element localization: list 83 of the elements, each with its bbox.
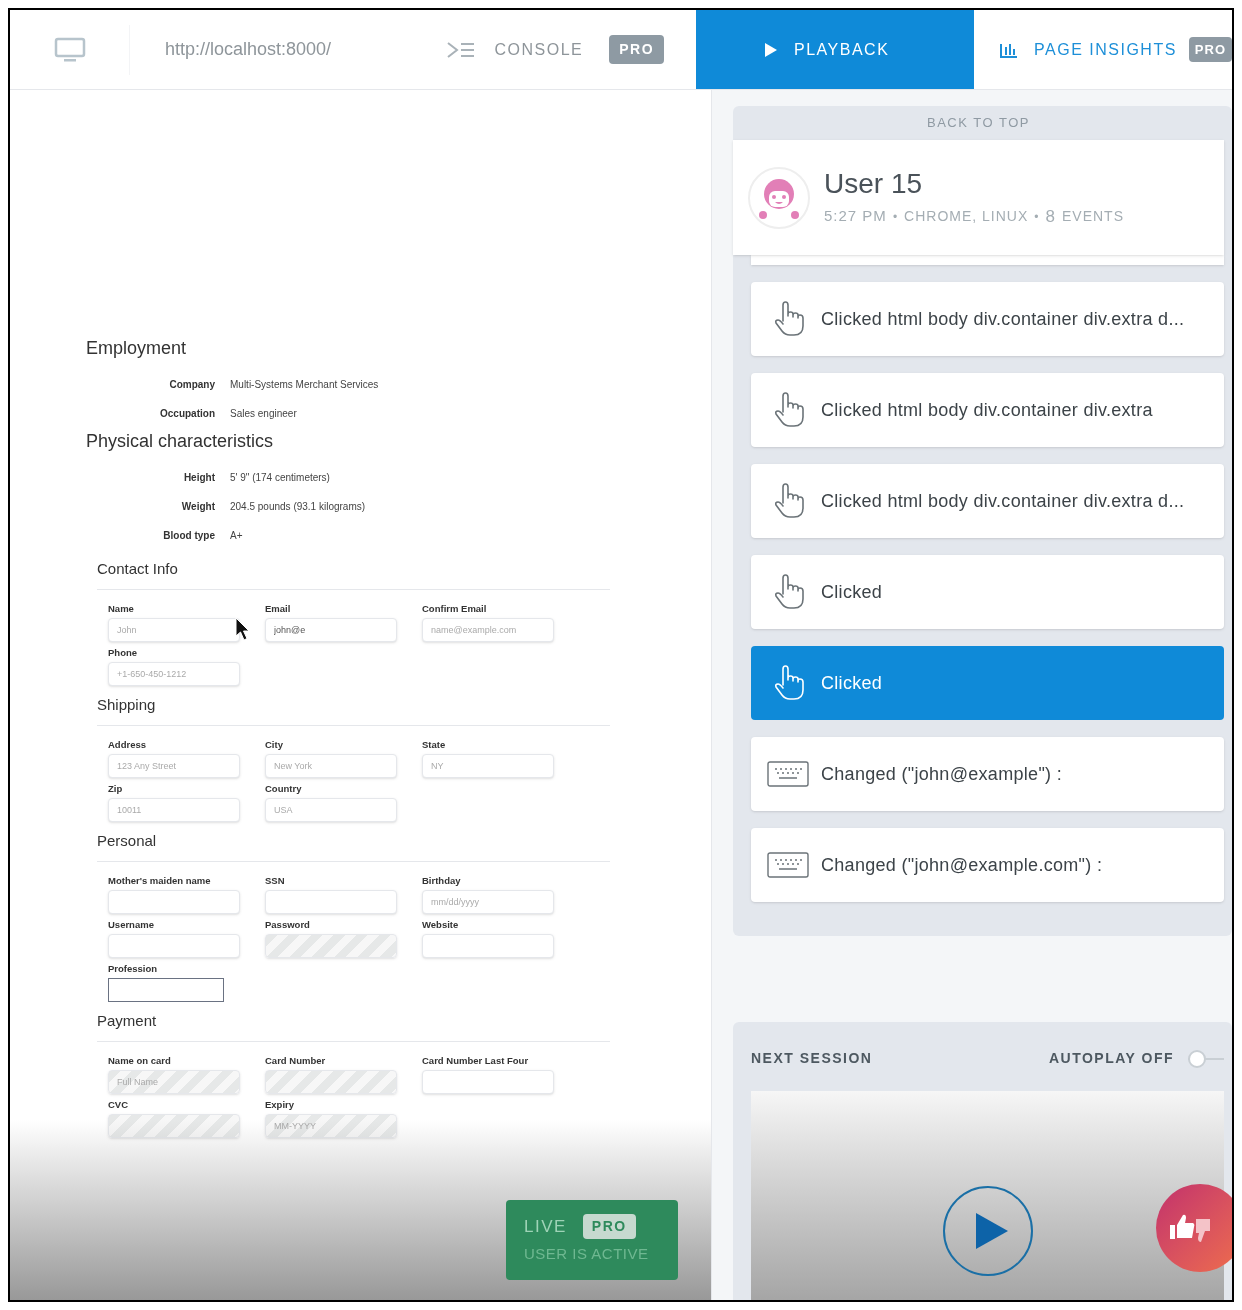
field-label: Address: [108, 737, 147, 752]
autoplay-toggle[interactable]: [1188, 1049, 1224, 1068]
live-label: LIVE: [524, 1216, 567, 1238]
pointing-hand-icon: [773, 665, 805, 701]
field-label: Confirm Email: [422, 601, 488, 616]
field-label: Website: [422, 917, 460, 932]
monitor-icon[interactable]: [53, 36, 86, 63]
field-label: Email: [265, 601, 292, 616]
field-label: City: [265, 737, 284, 752]
field-label: Country: [265, 781, 303, 796]
console-icon[interactable]: [446, 40, 477, 59]
avatar-icon: [748, 166, 810, 229]
input-field[interactable]: [108, 978, 224, 1003]
event-item[interactable]: Clicked: [751, 555, 1224, 629]
bar-chart-icon: [1000, 41, 1019, 58]
detail-label: Height: [182, 471, 215, 485]
page-url: http://localhost:8000/: [165, 38, 332, 61]
event-item[interactable]: Changed ("john@example.com") :: [751, 828, 1224, 902]
mouse-cursor-icon: [235, 617, 251, 641]
play-icon[interactable]: [941, 1185, 1034, 1277]
masked-input-field[interactable]: MM-YYYY: [265, 1114, 397, 1139]
keyboard-icon: [767, 761, 809, 787]
field-label: SSN: [265, 873, 286, 888]
detail-label: Weight: [180, 500, 215, 514]
field-label: Card Number Last Four: [422, 1053, 530, 1068]
event-item[interactable]: Clicked: [751, 646, 1224, 720]
keyboard-icon: [767, 852, 809, 878]
field-label: Password: [265, 917, 311, 932]
detail-label: Occupation: [159, 407, 215, 421]
separator-dot: •: [1034, 208, 1040, 226]
detail-value: 5' 9" (174 centimeters): [230, 471, 330, 485]
separator-dot: •: [892, 208, 899, 226]
detail-value: 204.5 pounds (93.1 kilograms): [230, 500, 366, 514]
pointing-hand-icon: [773, 301, 805, 337]
section-heading: Shipping: [97, 694, 610, 726]
next-session-title: NEXT SESSION: [751, 1049, 873, 1068]
pointing-hand-icon: [773, 483, 805, 519]
field-label: Name on card: [108, 1053, 172, 1068]
event-item[interactable]: [751, 255, 1224, 265]
field-label: Birthday: [422, 873, 462, 888]
autoplay-label: AUTOPLAY OFF: [1048, 1049, 1174, 1068]
field-label: Expiry: [265, 1098, 296, 1112]
field-label: State: [422, 737, 447, 752]
session-time: 5:27 PM: [824, 206, 887, 227]
event-count: 8: [1045, 205, 1056, 228]
pointing-hand-icon: [773, 574, 805, 610]
events-label: EVENTS: [1062, 207, 1124, 226]
tab[interactable]: PLAYBACK: [696, 10, 975, 89]
detail-label: Blood type: [162, 529, 215, 543]
field-label: CVC: [108, 1098, 130, 1112]
browser-info: CHROME, LINUX: [904, 207, 1029, 226]
field-label: Mother's maiden name: [108, 873, 212, 888]
field-label: Zip: [108, 781, 124, 796]
pro-badge: PRO: [609, 35, 665, 64]
field-label: Phone: [108, 645, 139, 660]
field-label: Profession: [108, 962, 159, 976]
pointing-hand-icon: [773, 392, 805, 428]
masked-input-field[interactable]: Full Name: [108, 1070, 240, 1094]
event-item[interactable]: Clicked html body div.container div.extra d...: [751, 282, 1224, 356]
detail-value: A+: [230, 529, 243, 543]
masked-input-field[interactable]: [265, 934, 397, 958]
field-label: Username: [108, 917, 155, 932]
event-item[interactable]: Clicked html body div.container div.extra d...: [751, 464, 1224, 538]
masked-input-field[interactable]: [265, 1070, 397, 1094]
detail-value: Sales engineer: [230, 407, 297, 421]
section-heading: Contact Info: [97, 558, 610, 590]
pro-badge: PRO: [582, 1214, 636, 1240]
field-label: Card Number: [265, 1053, 327, 1068]
play-icon: [764, 41, 779, 58]
event-item[interactable]: Changed ("john@example") :: [751, 737, 1224, 811]
masked-input-field[interactable]: [108, 1114, 240, 1139]
input-field[interactable]: john@e: [265, 617, 397, 642]
detail-label: Company: [168, 378, 215, 392]
field-label: Name: [108, 601, 135, 616]
live-status-text: USER IS ACTIVE: [524, 1243, 649, 1264]
section-heading: Payment: [97, 1010, 610, 1042]
user-name: User 15: [824, 166, 924, 201]
event-item[interactable]: Clicked html body div.container div.extra: [751, 373, 1224, 447]
section-heading: Personal: [97, 830, 610, 862]
pro-badge: PRO: [1188, 36, 1232, 63]
section-heading: Employment: [86, 337, 188, 360]
section-heading: Physical characteristics: [86, 430, 275, 453]
detail-value: Multi-Systems Merchant Services: [230, 378, 379, 392]
